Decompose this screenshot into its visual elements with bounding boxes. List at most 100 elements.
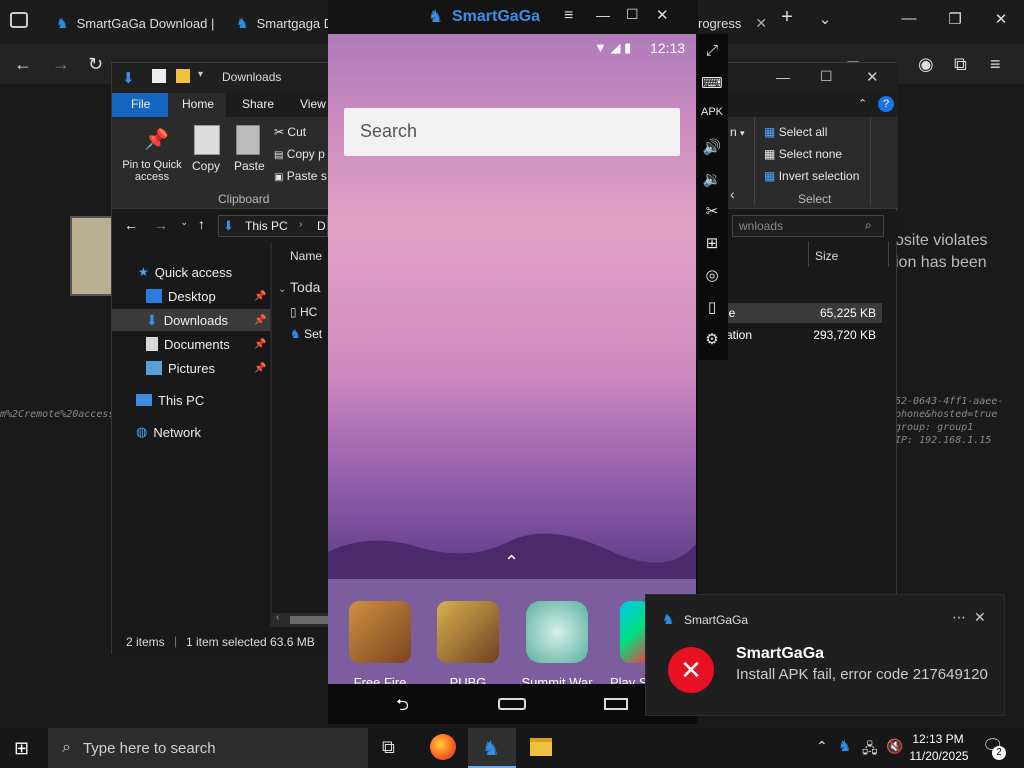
collapse-ribbon-icon[interactable]: ⌃ (858, 97, 867, 110)
smartgaga-taskbar-button[interactable]: ♞ (468, 728, 516, 768)
up-icon[interactable]: ↑ (198, 216, 205, 232)
group-today[interactable]: ⌄ Toda (278, 279, 320, 295)
google-search-bar[interactable]: Search (344, 108, 680, 156)
tab-smartgaga-dr[interactable]: ♞ Smartgaga Dr (236, 8, 337, 38)
app-drawer-chevron-icon[interactable]: ⌃ (504, 552, 519, 573)
more-options-icon[interactable]: ⋯ (952, 609, 966, 626)
column-size[interactable]: Size (815, 249, 838, 263)
keyboard-icon[interactable]: ⌨ (698, 74, 726, 92)
volume-down-icon[interactable]: 🔉 (698, 170, 726, 188)
new-tab-icon[interactable]: + (772, 6, 802, 29)
task-view-icon[interactable]: ⧉ (382, 737, 395, 758)
back-icon[interactable]: ← (124, 217, 138, 233)
settings-icon[interactable]: ⚙ (698, 330, 726, 348)
folder-icon[interactable] (176, 69, 190, 83)
file-name: HC (299, 305, 318, 319)
nav-desktop[interactable]: Desktop 📌 (112, 285, 270, 307)
start-windows-icon[interactable]: ⊞ (14, 738, 29, 759)
minimize-icon[interactable]: — (776, 69, 790, 85)
properties-icon[interactable] (152, 69, 166, 83)
close-icon[interactable]: ✕ (866, 68, 879, 86)
screenshot-icon[interactable]: ✂ (698, 202, 726, 220)
cut-button[interactable]: ✂ Cut (274, 125, 306, 139)
recents-icon[interactable] (604, 698, 628, 710)
close-icon[interactable]: ✕ (656, 6, 669, 24)
minimize-icon[interactable]: — (894, 10, 924, 27)
smartgaga-tray-icon[interactable]: ♞ (838, 737, 851, 755)
table-row[interactable]: ation 293,720 KB (722, 325, 882, 345)
apk-install-icon[interactable]: APK (698, 106, 726, 118)
nav-quick-access[interactable]: ★ Quick access (112, 261, 270, 283)
minimize-icon[interactable]: — (596, 7, 610, 23)
nav-network[interactable]: ◍ Network (112, 421, 270, 443)
select-none-button[interactable]: ▦ Select none (764, 147, 842, 161)
menu-icon[interactable]: ≡ (990, 54, 1001, 75)
copy-button[interactable]: Copy (192, 159, 220, 173)
nav-pictures[interactable]: Pictures 📌 (112, 357, 270, 379)
forward-icon[interactable]: → (52, 54, 70, 75)
error-toast-notification[interactable]: ♞ SmartGaGa ⋯ ✕ ✕ SmartGaGa Install APK … (645, 594, 1005, 716)
tab-view[interactable]: View (300, 97, 326, 111)
recent-dropdown-icon[interactable]: ⌄ (180, 217, 188, 228)
breadcrumb-downloads[interactable]: D (317, 219, 326, 233)
volume-muted-icon[interactable]: 🔇 (886, 738, 903, 755)
invert-selection-button[interactable]: ▦ Invert selection (764, 169, 859, 183)
paste-button[interactable]: Paste (234, 159, 265, 173)
open-button[interactable]: n ▾ (730, 125, 745, 139)
pin-to-quick-access-button[interactable]: Pin to Quick access (118, 159, 186, 183)
nav-documents[interactable]: Documents 📌 (112, 333, 270, 355)
tab-actions-icon[interactable] (10, 12, 28, 28)
menu-icon[interactable]: ≡ (564, 7, 573, 25)
close-icon[interactable]: ✕ (755, 15, 767, 32)
reload-icon[interactable]: ↻ (88, 54, 103, 75)
scrollbar-thumb[interactable] (290, 616, 330, 624)
select-all-button[interactable]: ▦ Select all (764, 125, 827, 139)
nav-this-pc[interactable]: This PC (112, 389, 270, 411)
scroll-left-icon[interactable]: ‹ (276, 612, 279, 623)
back-icon[interactable]: ← (14, 54, 32, 75)
home-icon[interactable] (498, 698, 526, 710)
app-summit-war[interactable]: Summit War (518, 601, 596, 690)
shake-icon[interactable]: ▯ (698, 298, 726, 316)
quick-access-dropdown-icon[interactable]: ▾ (198, 69, 203, 80)
taskbar-date[interactable]: 11/20/2025 (908, 749, 970, 763)
address-bar[interactable]: ⬇ This PC › D (218, 215, 328, 237)
back-icon[interactable]: ⮌ (396, 694, 409, 721)
breadcrumb-this-pc[interactable]: This PC (245, 219, 288, 233)
network-icon[interactable]: 🖧 (862, 738, 878, 762)
tab-file[interactable]: File (112, 93, 168, 117)
file-row-name-hc[interactable]: ▯ HC (290, 305, 317, 319)
copy-path-button[interactable]: ▤ Copy p (274, 147, 325, 161)
volume-up-icon[interactable]: 🔊 (698, 138, 726, 156)
close-window-icon[interactable]: ✕ (986, 10, 1016, 28)
collapse-sidebar-icon[interactable]: ‹ (730, 186, 735, 202)
maximize-icon[interactable]: ☐ (626, 6, 639, 23)
taskbar-search-input[interactable]: ⌕ Type here to search (48, 728, 368, 768)
close-icon[interactable]: ✕ (974, 609, 986, 626)
firefox-icon[interactable] (430, 734, 456, 760)
help-icon[interactable]: ? (878, 96, 894, 112)
restore-icon[interactable]: ❐ (940, 10, 970, 28)
tab-share[interactable]: Share (242, 97, 274, 111)
nav-downloads[interactable]: ⬇ Downloads 📌 (112, 309, 270, 331)
tab-home[interactable]: Home (168, 93, 226, 117)
show-hidden-icons-chevron[interactable]: ⌃ (816, 738, 828, 755)
location-icon[interactable]: ◎ (698, 266, 726, 284)
account-icon[interactable]: ◉ (918, 54, 934, 75)
search-input[interactable]: wnloads ⌕ (732, 215, 884, 237)
taskbar-time[interactable]: 12:13 PM (910, 732, 966, 746)
fullscreen-icon[interactable]: ⤢ (698, 42, 726, 59)
tab-smartgaga-download[interactable]: ♞ SmartGaGa Download | (56, 8, 214, 38)
extensions-icon[interactable]: ⧉ (954, 54, 967, 75)
file-row-name-setup[interactable]: ♞ Set (290, 327, 322, 341)
file-explorer-icon[interactable] (530, 738, 552, 756)
chevron-down-icon[interactable]: ⌄ (810, 10, 840, 28)
multi-instance-icon[interactable]: ⊞ (698, 234, 726, 252)
horizontal-scrollbar[interactable]: ‹ (272, 612, 330, 627)
column-name[interactable]: Name (290, 249, 322, 263)
maximize-icon[interactable]: ☐ (820, 68, 833, 85)
table-row-selected[interactable]: le 65,225 KB (722, 303, 882, 323)
paste-shortcut-button[interactable]: ▣ Paste s (274, 169, 327, 183)
app-free-fire[interactable]: Free Fire (345, 601, 415, 690)
forward-icon[interactable]: → (154, 217, 168, 233)
